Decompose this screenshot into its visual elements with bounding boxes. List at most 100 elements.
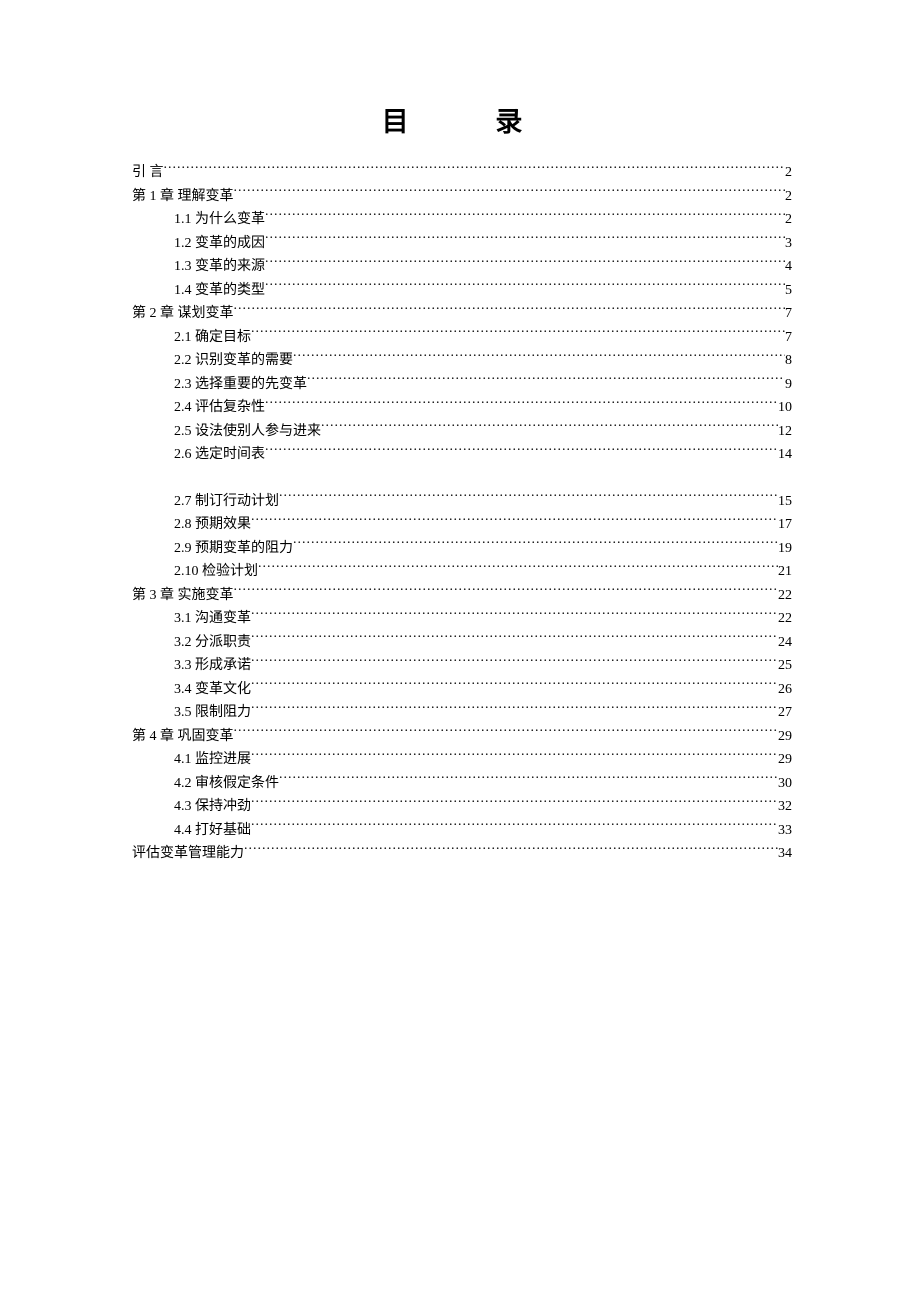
toc-entry-page: 5	[785, 279, 792, 303]
toc-entry-label: 1.1 为什么变革	[174, 208, 265, 232]
toc-leader-dots	[234, 726, 779, 740]
toc-entry: 2.8 预期效果 17	[132, 513, 792, 537]
toc-entry: 第 1 章 理解变革2	[132, 185, 792, 209]
toc-leader-dots	[265, 256, 785, 270]
toc-entry-page: 12	[778, 420, 792, 444]
toc-entry-page: 33	[778, 819, 792, 843]
toc-leader-dots	[251, 632, 778, 646]
toc-leader-dots	[321, 421, 778, 435]
toc-entry-page: 2	[785, 185, 792, 209]
toc-entry: 第 3 章 实施变革 22	[132, 584, 792, 608]
toc-entry: 4.2 审核假定条件30	[132, 772, 792, 796]
toc-entry-page: 2	[785, 161, 792, 185]
toc-entry-label: 2.10 检验计划	[174, 560, 258, 584]
toc-entry-label: 3.1 沟通变革	[174, 607, 251, 631]
toc-leader-dots	[251, 514, 778, 528]
toc-entry-page: 8	[785, 349, 792, 373]
toc-entry: 3.4 变革文化 26	[132, 678, 792, 702]
toc-entry-label: 2.3 选择重要的先变革	[174, 373, 307, 397]
toc-entry-page: 10	[778, 396, 792, 420]
toc-entry-label: 2.1 确定目标	[174, 326, 251, 350]
toc-leader-dots	[251, 796, 778, 810]
toc-entry-page: 19	[778, 537, 792, 561]
toc-leader-dots	[293, 538, 778, 552]
toc-leader-dots	[251, 327, 785, 341]
toc-entry: 3.2 分派职责 24	[132, 631, 792, 655]
toc-entry: 2.10 检验计划 21	[132, 560, 792, 584]
toc-leader-dots	[265, 397, 778, 411]
toc-entry-page: 17	[778, 513, 792, 537]
toc-entry: 1.3 变革的来源 4	[132, 255, 792, 279]
toc-entry: 3.1 沟通变革 22	[132, 607, 792, 631]
toc-body: 引 言2第 1 章 理解变革21.1 为什么变革21.2 变革的成因31.3 变…	[132, 161, 792, 866]
toc-entry-label: 1.3 变革的来源	[174, 255, 265, 279]
toc-entry-page: 15	[778, 490, 792, 514]
toc-entry-page: 29	[778, 748, 792, 772]
toc-entry-page: 22	[778, 607, 792, 631]
toc-entry-label: 3.5 限制阻力	[174, 701, 251, 725]
toc-entry-label: 2.5 设法使别人参与进来	[174, 420, 321, 444]
toc-entry: 4.3 保持冲劲32	[132, 795, 792, 819]
toc-leader-dots	[279, 491, 778, 505]
toc-entry: 2.2 识别变革的需要8	[132, 349, 792, 373]
toc-entry-page: 25	[778, 654, 792, 678]
toc-entry-page: 22	[778, 584, 792, 608]
toc-entry: 2.7 制订行动计划 15	[132, 490, 792, 514]
toc-gap	[132, 467, 792, 490]
toc-entry: 第 4 章 巩固变革29	[132, 725, 792, 749]
toc-entry-page: 27	[778, 701, 792, 725]
toc-entry-label: 2.6 选定时间表	[174, 443, 265, 467]
toc-entry: 引 言 2	[132, 161, 792, 185]
toc-entry: 第 2 章 谋划变革7	[132, 302, 792, 326]
toc-entry-label: 评估变革管理能力	[132, 842, 244, 866]
toc-entry-page: 9	[785, 373, 792, 397]
toc-leader-dots	[234, 585, 779, 599]
toc-entry: 1.4 变革的类型5	[132, 279, 792, 303]
toc-entry: 2.9 预期变革的阻力 19	[132, 537, 792, 561]
toc-entry-label: 3.3 形成承诺	[174, 654, 251, 678]
toc-entry-label: 1.2 变革的成因	[174, 232, 265, 256]
toc-entry-page: 2	[785, 208, 792, 232]
toc-entry-page: 3	[785, 232, 792, 256]
toc-entry-label: 3.4 变革文化	[174, 678, 251, 702]
toc-leader-dots	[265, 209, 785, 223]
toc-leader-dots	[265, 444, 778, 458]
toc-leader-dots	[234, 303, 786, 317]
toc-entry-page: 14	[778, 443, 792, 467]
toc-leader-dots	[234, 186, 786, 200]
toc-entry-label: 3.2 分派职责	[174, 631, 251, 655]
toc-entry: 4.1 监控进展 29	[132, 748, 792, 772]
toc-entry: 1.1 为什么变革 2	[132, 208, 792, 232]
toc-entry: 2.5 设法使别人参与进来 12	[132, 420, 792, 444]
toc-entry-page: 21	[778, 560, 792, 584]
toc-entry-label: 引 言	[132, 161, 164, 185]
toc-entry-label: 第 2 章 谋划变革	[132, 302, 234, 326]
toc-entry: 4.4 打好基础 33	[132, 819, 792, 843]
toc-entry-label: 第 3 章 实施变革	[132, 584, 234, 608]
toc-leader-dots	[307, 374, 785, 388]
toc-leader-dots	[258, 561, 778, 575]
toc-leader-dots	[244, 843, 778, 857]
toc-leader-dots	[251, 655, 778, 669]
toc-leader-dots	[265, 233, 785, 247]
toc-entry: 2.6 选定时间表 14	[132, 443, 792, 467]
toc-entry-label: 2.7 制订行动计划	[174, 490, 279, 514]
toc-leader-dots	[251, 679, 778, 693]
toc-entry-label: 2.8 预期效果	[174, 513, 251, 537]
toc-entry-label: 2.9 预期变革的阻力	[174, 537, 293, 561]
toc-entry-label: 4.1 监控进展	[174, 748, 251, 772]
toc-leader-dots	[251, 749, 778, 763]
toc-entry-label: 2.4 评估复杂性	[174, 396, 265, 420]
toc-entry: 2.4 评估复杂性 10	[132, 396, 792, 420]
toc-entry: 3.3 形成承诺 25	[132, 654, 792, 678]
toc-title: 目 录	[132, 100, 792, 139]
toc-entry-label: 4.4 打好基础	[174, 819, 251, 843]
toc-entry-page: 29	[778, 725, 792, 749]
toc-entry: 评估变革管理能力34	[132, 842, 792, 866]
toc-leader-dots	[293, 350, 785, 364]
toc-entry-page: 26	[778, 678, 792, 702]
toc-entry-page: 32	[778, 795, 792, 819]
toc-entry-page: 4	[785, 255, 792, 279]
toc-entry-page: 24	[778, 631, 792, 655]
toc-entry-page: 30	[778, 772, 792, 796]
